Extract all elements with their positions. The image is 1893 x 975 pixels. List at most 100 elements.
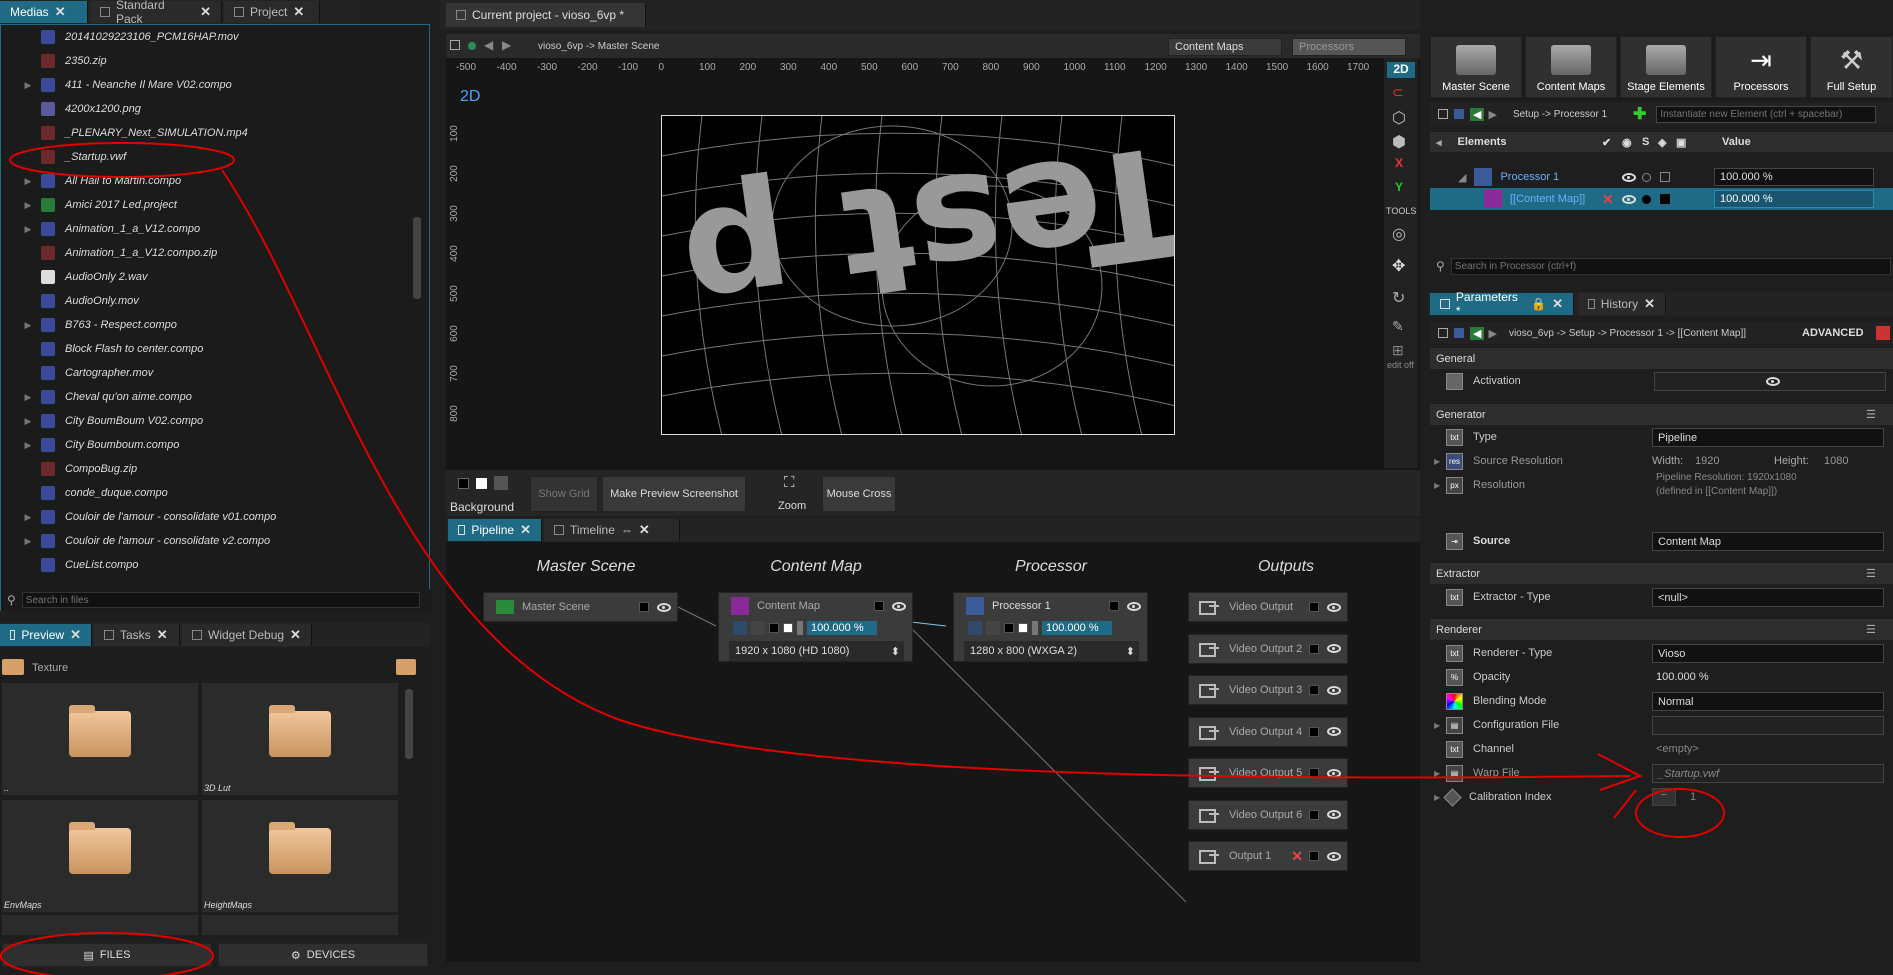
tab-pipeline[interactable]: Pipeline ✕ [448, 519, 542, 541]
output-node[interactable]: Video Output 3 [1188, 675, 1348, 705]
lock-icon[interactable] [450, 40, 460, 50]
element-row[interactable]: ◢ Processor 1 100.000 % [1430, 166, 1893, 188]
magnet-icon[interactable]: ⊂ [1392, 84, 1404, 101]
scrollbar[interactable] [405, 689, 413, 759]
tab-project[interactable]: Project ✕ [224, 1, 320, 23]
stage-elements-tool[interactable]: Stage Elements [1620, 36, 1712, 98]
blending-select[interactable]: Normal [1652, 692, 1884, 711]
opacity-value[interactable]: 100.000 % [1656, 671, 1709, 683]
expand-icon[interactable]: ▶ [19, 392, 37, 403]
expand-icon[interactable]: ◢ [1458, 171, 1466, 184]
forward-icon[interactable]: ▶ [1488, 327, 1496, 340]
processors-button[interactable]: Processors [1292, 38, 1406, 56]
eye-icon[interactable] [1327, 727, 1341, 736]
mute-toggle[interactable] [1309, 643, 1319, 654]
eye-icon[interactable] [1127, 601, 1141, 611]
expand-icon[interactable]: ▶ [19, 224, 37, 235]
forward-icon[interactable]: ▶ [1488, 108, 1496, 121]
eye-icon[interactable] [1327, 644, 1341, 653]
slider-handle[interactable] [1032, 621, 1038, 635]
back-icon[interactable]: ◀ [1470, 107, 1485, 121]
master-scene-tool[interactable]: Master Scene [1430, 36, 1522, 98]
bookmark-icon[interactable] [1454, 109, 1464, 119]
thumb-parent[interactable]: .. [2, 683, 198, 795]
eye-icon[interactable] [892, 601, 906, 611]
y-axis-button[interactable]: Y [1395, 180, 1403, 194]
renderer-select[interactable]: Vioso [1652, 644, 1884, 663]
output-node[interactable]: Video Output 5 [1188, 758, 1348, 788]
mute-toggle[interactable] [1309, 726, 1319, 737]
file-row[interactable]: AudioOnly.mov [1, 289, 426, 313]
tab-current-project[interactable]: Current project - vioso_6vp * [446, 3, 646, 27]
opacity-field[interactable]: 100.000 % [807, 621, 877, 635]
expand-icon[interactable]: ▶ [19, 512, 37, 523]
collapse-icon[interactable]: ◂ [1436, 136, 1442, 149]
solo-toggle[interactable] [1642, 172, 1651, 182]
expand-icon[interactable]: ▶ [19, 536, 37, 547]
eye-icon[interactable] [1327, 602, 1341, 612]
zoom-icon[interactable]: ⛶ [784, 474, 795, 491]
file-row[interactable]: CompoBug.zip [1, 457, 426, 481]
tab-tasks[interactable]: Tasks ✕ [94, 624, 180, 646]
tab-history[interactable]: History ✕ [1578, 293, 1666, 315]
file-row[interactable]: Cartographer.mov [1, 361, 426, 385]
output-node[interactable]: Video Output 6 [1188, 799, 1348, 830]
eye-icon[interactable] [1622, 194, 1636, 204]
mute-toggle[interactable] [1309, 851, 1319, 861]
tab-widget-debug[interactable]: Widget Debug ✕ [182, 624, 312, 646]
file-row[interactable]: ▶ B763 - Respect.compo [1, 313, 426, 337]
screenshot-button[interactable]: Make Preview Screenshot [602, 476, 746, 512]
mute-toggle[interactable] [1309, 602, 1319, 612]
add-icon[interactable]: ✚ [1633, 104, 1646, 124]
instantiate-input[interactable] [1656, 105, 1877, 123]
forward-icon[interactable]: ▶ [502, 38, 511, 52]
back-icon[interactable]: ◀ [484, 38, 493, 52]
section-generator[interactable]: Generator ☰ [1430, 404, 1893, 425]
search-input[interactable] [1450, 257, 1891, 275]
eye-icon[interactable] [1327, 810, 1341, 819]
mute-toggle[interactable] [1309, 809, 1319, 820]
file-row[interactable]: CueList.compo [1, 553, 426, 577]
file-row[interactable]: _Startup.vwf [1, 145, 426, 169]
resolution-select[interactable]: 1920 x 1080 (HD 1080) ⬍ [729, 641, 904, 661]
black-toggle[interactable] [769, 623, 779, 633]
close-icon[interactable]: ✕ [70, 627, 81, 643]
thumb-heightmaps[interactable]: HeightMaps [202, 800, 398, 912]
lock-icon[interactable] [1438, 109, 1448, 119]
lock-icon[interactable] [1438, 328, 1448, 338]
type-select[interactable]: Pipeline [1652, 428, 1884, 447]
show-grid-button[interactable]: Show Grid [530, 476, 598, 512]
edit-icon[interactable]: ✎ [1392, 318, 1404, 335]
expand-icon[interactable]: ▶ [1434, 481, 1440, 490]
open-folder-icon[interactable] [396, 659, 416, 675]
close-icon[interactable]: ✕ [157, 627, 168, 643]
file-row[interactable]: ▶ 411 - Neanche Il Mare V02.compo [1, 73, 426, 97]
grid-icon[interactable]: ⊞ [1392, 342, 1404, 359]
eye-icon[interactable] [1327, 685, 1341, 695]
channel-value[interactable]: <empty> [1656, 743, 1699, 755]
calibration-value[interactable]: 1 [1690, 791, 1696, 803]
hexagon-filled-icon[interactable]: ⬢ [1392, 132, 1406, 152]
file-row[interactable]: ▶ Amici 2017 Led.project [1, 193, 426, 217]
section-general[interactable]: General [1430, 348, 1893, 369]
close-icon[interactable]: ✕ [200, 4, 211, 20]
slider-handle[interactable] [797, 621, 803, 635]
mute-toggle[interactable] [1109, 601, 1119, 611]
x-axis-button[interactable]: X [1395, 156, 1403, 170]
file-row[interactable]: conde_duque.compo [1, 481, 426, 505]
expand-icon[interactable]: ▶ [19, 440, 37, 451]
tab-preview[interactable]: Preview ✕ [0, 624, 92, 646]
expand-icon[interactable]: ▶ [19, 320, 37, 331]
white-swatch[interactable] [476, 478, 487, 489]
black-swatch[interactable] [458, 478, 469, 489]
eye-icon[interactable] [1622, 172, 1636, 182]
menu-icon[interactable]: ☰ [1866, 408, 1876, 421]
mute-toggle[interactable] [1309, 685, 1319, 695]
content-maps-tool[interactable]: Content Maps [1525, 36, 1617, 98]
source-select[interactable]: Content Map [1652, 532, 1884, 551]
tab-timeline[interactable]: Timeline ⇔ ✕ [544, 519, 680, 541]
file-row[interactable]: ▶ Cheval qu'on aime.compo [1, 385, 426, 409]
file-row[interactable]: ▶ Animation_1_a_V12.compo [1, 217, 426, 241]
mute-toggle[interactable] [639, 602, 649, 612]
white-toggle[interactable] [1018, 623, 1028, 633]
